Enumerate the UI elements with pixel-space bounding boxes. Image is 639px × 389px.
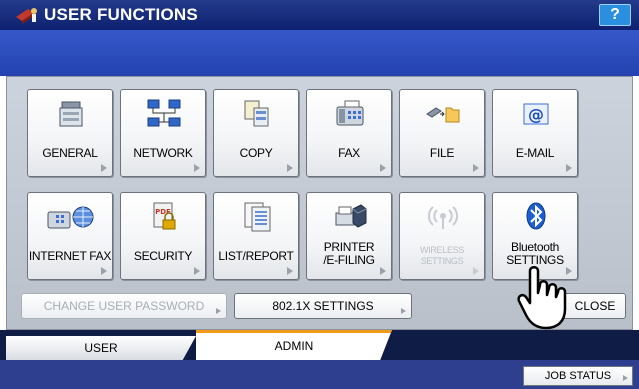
copy-button[interactable]: COPY — [213, 89, 299, 177]
dot1x-settings-button[interactable]: 802.1X SETTINGS — [234, 293, 412, 319]
wireless-antenna-icon — [427, 206, 459, 229]
security-button[interactable]: PDF SECURITY — [120, 192, 206, 280]
tab-user[interactable]: USER — [6, 336, 196, 360]
page-title: USER FUNCTIONS — [44, 5, 198, 24]
svg-text:@: @ — [528, 105, 544, 124]
bluetooth-settings-label: Bluetooth SETTINGS — [493, 241, 577, 267]
wireless-settings-button[interactable]: WIRELESS SETTINGS — [399, 192, 485, 280]
header-band — [0, 30, 639, 76]
arrow-icon — [194, 267, 200, 275]
fax-label: FAX — [338, 146, 360, 160]
security-label: SECURITY — [133, 249, 193, 263]
svg-text:PDF: PDF — [155, 208, 171, 216]
printer-efiling-button[interactable]: PRINTER /E-FILING — [306, 192, 392, 280]
pointer-hand-icon — [517, 266, 567, 330]
user-functions-logo-icon — [16, 8, 37, 24]
wireless-settings-label: WIRELESS SETTINGS — [400, 245, 484, 267]
email-button[interactable]: @ E-MAIL — [492, 89, 578, 177]
help-button[interactable]: ? — [599, 4, 631, 26]
email-label: E-MAIL — [515, 146, 555, 160]
status-bar: JOB STATUS — [0, 360, 639, 389]
job-status-button[interactable]: JOB STATUS — [523, 366, 633, 386]
network-computers-icon — [147, 99, 181, 127]
printer-box-icon — [335, 204, 367, 228]
fax-machine-icon — [336, 100, 364, 126]
arrow-icon — [566, 164, 572, 172]
wireless-settings-label-line2: SETTINGS — [420, 256, 464, 266]
wireless-settings-label-line1: WIRELESS — [419, 245, 465, 255]
arrow-icon — [101, 267, 107, 275]
printer-efiling-label-line2: /E-FILING — [323, 253, 375, 267]
copy-documents-icon — [244, 100, 269, 127]
arrow-icon — [380, 164, 386, 172]
network-label: NETWORK — [133, 146, 193, 160]
list-report-button[interactable]: LIST/REPORT — [213, 192, 299, 280]
list-report-label: LIST/REPORT — [218, 249, 294, 263]
arrow-icon — [287, 164, 293, 172]
change-user-password-button[interactable]: CHANGE USER PASSWORD — [21, 293, 227, 319]
arrow-icon — [473, 267, 479, 275]
internet-fax-globe-icon — [47, 206, 94, 229]
email-at-icon: @ — [523, 103, 549, 125]
tab-admin[interactable]: ADMIN — [196, 330, 392, 360]
general-label: GENERAL — [42, 146, 98, 160]
arrow-icon — [401, 308, 406, 314]
arrow-icon — [216, 308, 221, 314]
file-button[interactable]: FILE — [399, 89, 485, 177]
change-user-password-label: CHANGE USER PASSWORD — [43, 299, 205, 313]
job-status-label: JOB STATUS — [544, 370, 612, 382]
arrow-icon — [623, 375, 628, 381]
file-folder-icon — [426, 107, 460, 123]
arrow-icon — [473, 164, 479, 172]
arrow-icon — [101, 164, 107, 172]
internet-fax-label: INTERNET FAX — [28, 249, 112, 263]
dot1x-settings-label: 802.1X SETTINGS — [272, 299, 374, 313]
general-copier-icon — [59, 101, 83, 127]
printer-efiling-label: PRINTER /E-FILING — [307, 241, 391, 267]
arrow-icon — [194, 164, 200, 172]
network-button[interactable]: NETWORK — [120, 89, 206, 177]
list-report-icon — [244, 202, 271, 232]
file-label: FILE — [429, 146, 455, 160]
arrow-icon — [287, 267, 293, 275]
bluetooth-icon — [526, 202, 546, 230]
pdf-lock-icon: PDF — [153, 202, 176, 230]
tab-bar: USER ADMIN — [0, 330, 639, 360]
copy-label: COPY — [239, 146, 273, 160]
fax-button[interactable]: FAX — [306, 89, 392, 177]
title-bar: USER FUNCTIONS ? — [0, 0, 639, 30]
internet-fax-button[interactable]: INTERNET FAX — [27, 192, 113, 280]
general-button[interactable]: GENERAL — [27, 89, 113, 177]
arrow-icon — [380, 267, 386, 275]
